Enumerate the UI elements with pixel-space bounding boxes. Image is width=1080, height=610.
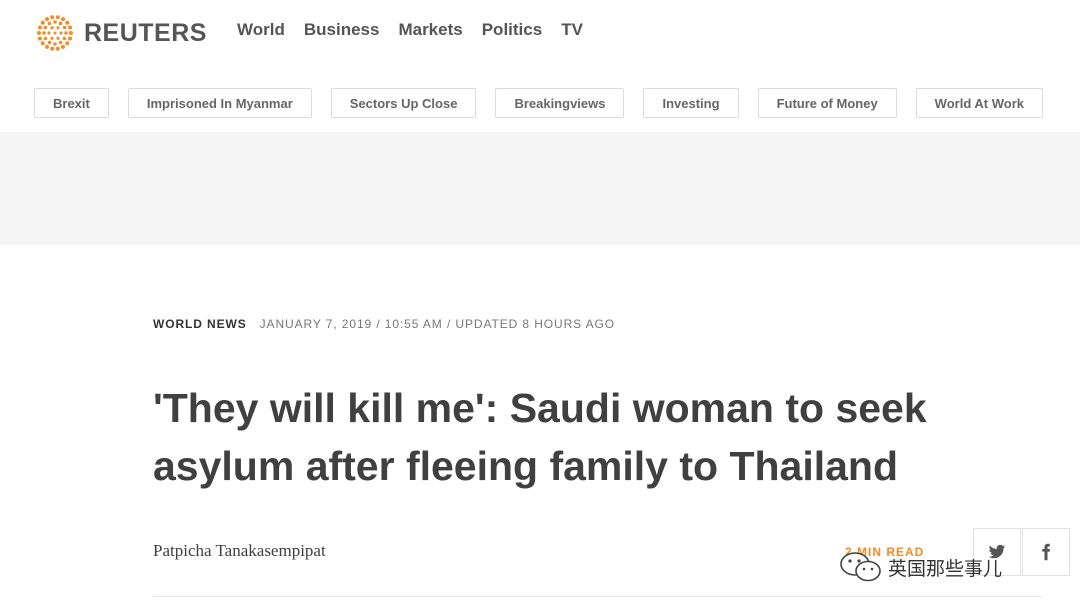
wechat-watermark: 英国那些事儿 xyxy=(838,549,1002,585)
main-nav: World Business Markets Politics TV xyxy=(237,20,583,40)
nav-tv[interactable]: TV xyxy=(561,20,583,40)
section-label[interactable]: WORLD NEWS xyxy=(153,317,247,331)
topic-sectors-up-close[interactable]: Sectors Up Close xyxy=(330,88,477,118)
divider xyxy=(153,596,1043,597)
dateline: JANUARY 7, 2019 / 10:55 AM / UPDATED 8 H… xyxy=(259,317,615,331)
wechat-icon xyxy=(840,552,881,582)
facebook-share-button[interactable] xyxy=(1022,528,1070,576)
topic-nav: Brexit Imprisoned In Myanmar Sectors Up … xyxy=(34,88,1043,118)
nav-markets[interactable]: Markets xyxy=(398,20,462,40)
reuters-logo[interactable]: REUTERS xyxy=(34,12,207,54)
topic-breakingviews[interactable]: Breakingviews xyxy=(495,88,625,118)
topic-world-at-work[interactable]: World At Work xyxy=(915,88,1043,118)
nav-business[interactable]: Business xyxy=(304,20,380,40)
nav-world[interactable]: World xyxy=(237,20,285,40)
reuters-logo-icon xyxy=(37,15,73,51)
brand-name: REUTERS xyxy=(84,18,207,47)
article-meta: WORLD NEWS JANUARY 7, 2019 / 10:55 AM / … xyxy=(153,317,615,331)
topic-brexit[interactable]: Brexit xyxy=(34,88,109,118)
article-headline: 'They will kill me': Saudi woman to seek… xyxy=(153,385,927,489)
byline[interactable]: Patpicha Tanakasempipat xyxy=(153,541,326,561)
topic-investing[interactable]: Investing xyxy=(643,88,739,118)
facebook-icon xyxy=(1042,543,1051,561)
ad-placeholder xyxy=(0,132,1080,245)
topic-future-of-money[interactable]: Future of Money xyxy=(757,88,897,118)
nav-politics[interactable]: Politics xyxy=(482,20,542,40)
top-bar: REUTERS World Business Markets Politics … xyxy=(0,0,1080,64)
watermark-text: 英国那些事儿 xyxy=(888,558,1003,580)
topic-imprisoned-in-myanmar[interactable]: Imprisoned In Myanmar xyxy=(127,88,312,118)
